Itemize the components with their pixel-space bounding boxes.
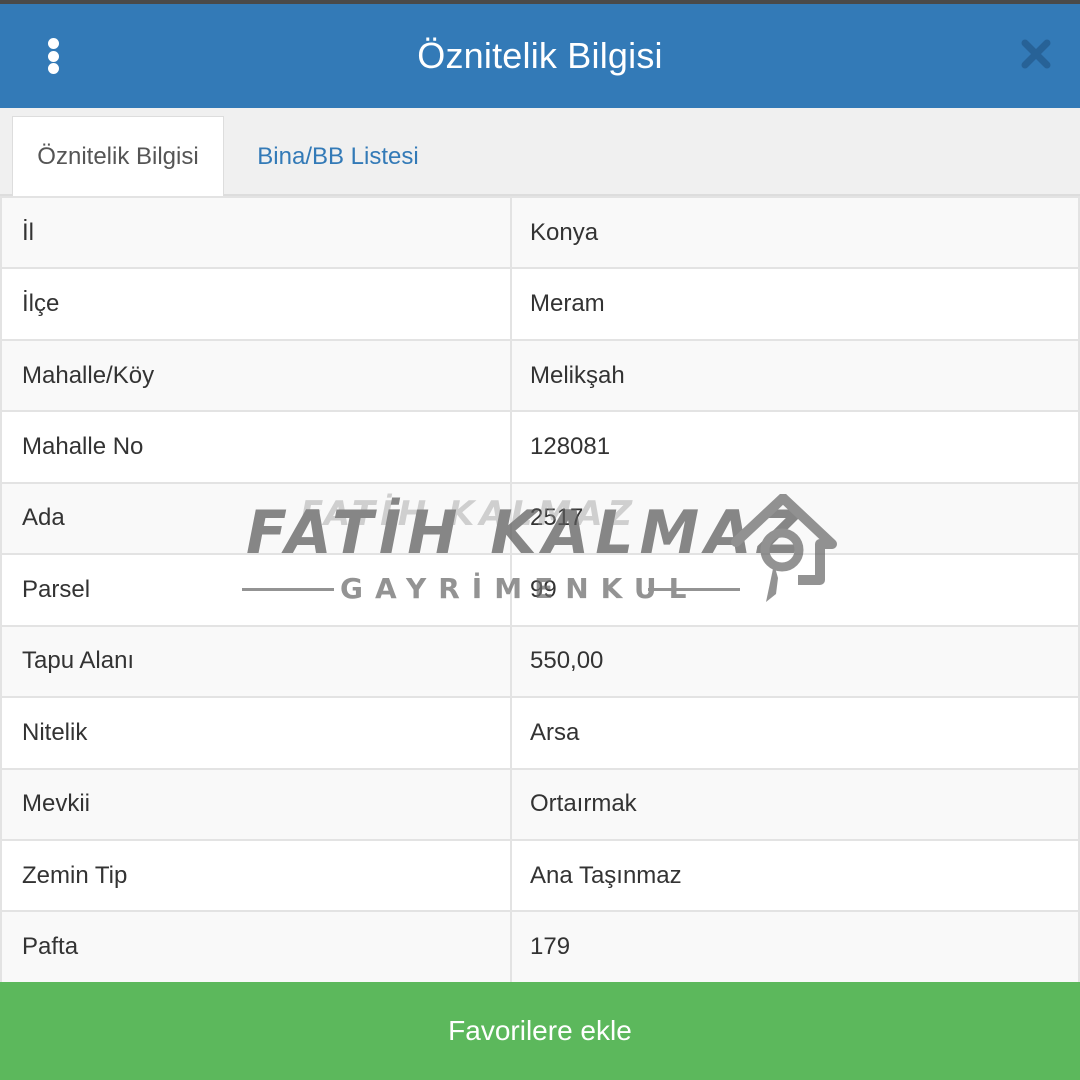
attribute-key: Mahalle No — [0, 410, 512, 484]
attribute-value: 2517 — [510, 481, 1080, 556]
attribute-key: Nitelik — [0, 696, 512, 770]
attribute-value: Meram — [510, 267, 1080, 341]
table-row: Mevkii Ortaırmak — [0, 767, 1080, 841]
attribute-value: Ana Taşınmaz — [510, 838, 1080, 913]
tab-bina-bb-listesi[interactable]: Bina/BB Listesi — [236, 116, 440, 198]
attribute-key: İl — [0, 195, 512, 270]
add-to-favorites-button[interactable]: Favorilere ekle — [0, 982, 1080, 1080]
attribute-value: 99 — [510, 553, 1080, 627]
close-button[interactable] — [1020, 38, 1052, 70]
attribute-key: Zemin Tip — [0, 838, 512, 913]
modal-header: Öznitelik Bilgisi — [0, 4, 1080, 108]
menu-button[interactable] — [36, 34, 70, 78]
modal-title: Öznitelik Bilgisi — [417, 35, 663, 76]
close-icon — [1021, 39, 1051, 69]
attribute-value: Melikşah — [510, 338, 1080, 413]
attribute-value: Arsa — [510, 696, 1080, 770]
attribute-value: 550,00 — [510, 624, 1080, 699]
vertical-dots-icon-dot — [47, 63, 59, 74]
table-row: İlçe Meram — [0, 267, 1080, 341]
attribute-key: Tapu Alanı — [0, 624, 512, 699]
attribute-value: 179 — [510, 910, 1080, 984]
attribute-value: Ortaırmak — [510, 767, 1080, 841]
attribute-table: İl Konya İlçe Meram Mahalle/Köy Melikşah Mahal… — [0, 195, 1080, 984]
tab-oznitelik-bilgisi[interactable]: Öznitelik Bilgisi — [12, 116, 224, 198]
table-row: Ada 2517 — [0, 481, 1080, 556]
attribute-key: Mevkii — [0, 767, 512, 841]
vertical-dots-icon-dot — [47, 50, 59, 62]
table-row: Mahalle/Köy Melikşah — [0, 338, 1080, 413]
tab-bar: Öznitelik Bilgisi Bina/BB Listesi — [0, 108, 1080, 198]
attribute-key: Ada — [0, 481, 512, 556]
attribute-key: İlçe — [0, 267, 512, 341]
attribute-key: Mahalle/Köy — [0, 338, 512, 413]
table-row: Nitelik Arsa — [0, 696, 1080, 770]
table-row: Tapu Alanı 550,00 — [0, 624, 1080, 699]
table-row: Zemin Tip Ana Taşınmaz — [0, 838, 1080, 913]
table-row: Parsel 99 — [0, 553, 1080, 627]
attribute-key: Parsel — [0, 553, 512, 627]
table-row: Mahalle No 128081 — [0, 410, 1080, 484]
attribute-table-container: İl Konya İlçe Meram Mahalle/Köy Melikşah Mahal… — [0, 195, 1080, 984]
attribute-key: Pafta — [0, 910, 512, 984]
table-row: Pafta 179 — [0, 910, 1080, 984]
vertical-dots-icon — [47, 38, 59, 49]
attribute-value: Konya — [510, 195, 1080, 270]
table-row: İl Konya — [0, 195, 1080, 270]
attribute-value: 128081 — [510, 410, 1080, 484]
